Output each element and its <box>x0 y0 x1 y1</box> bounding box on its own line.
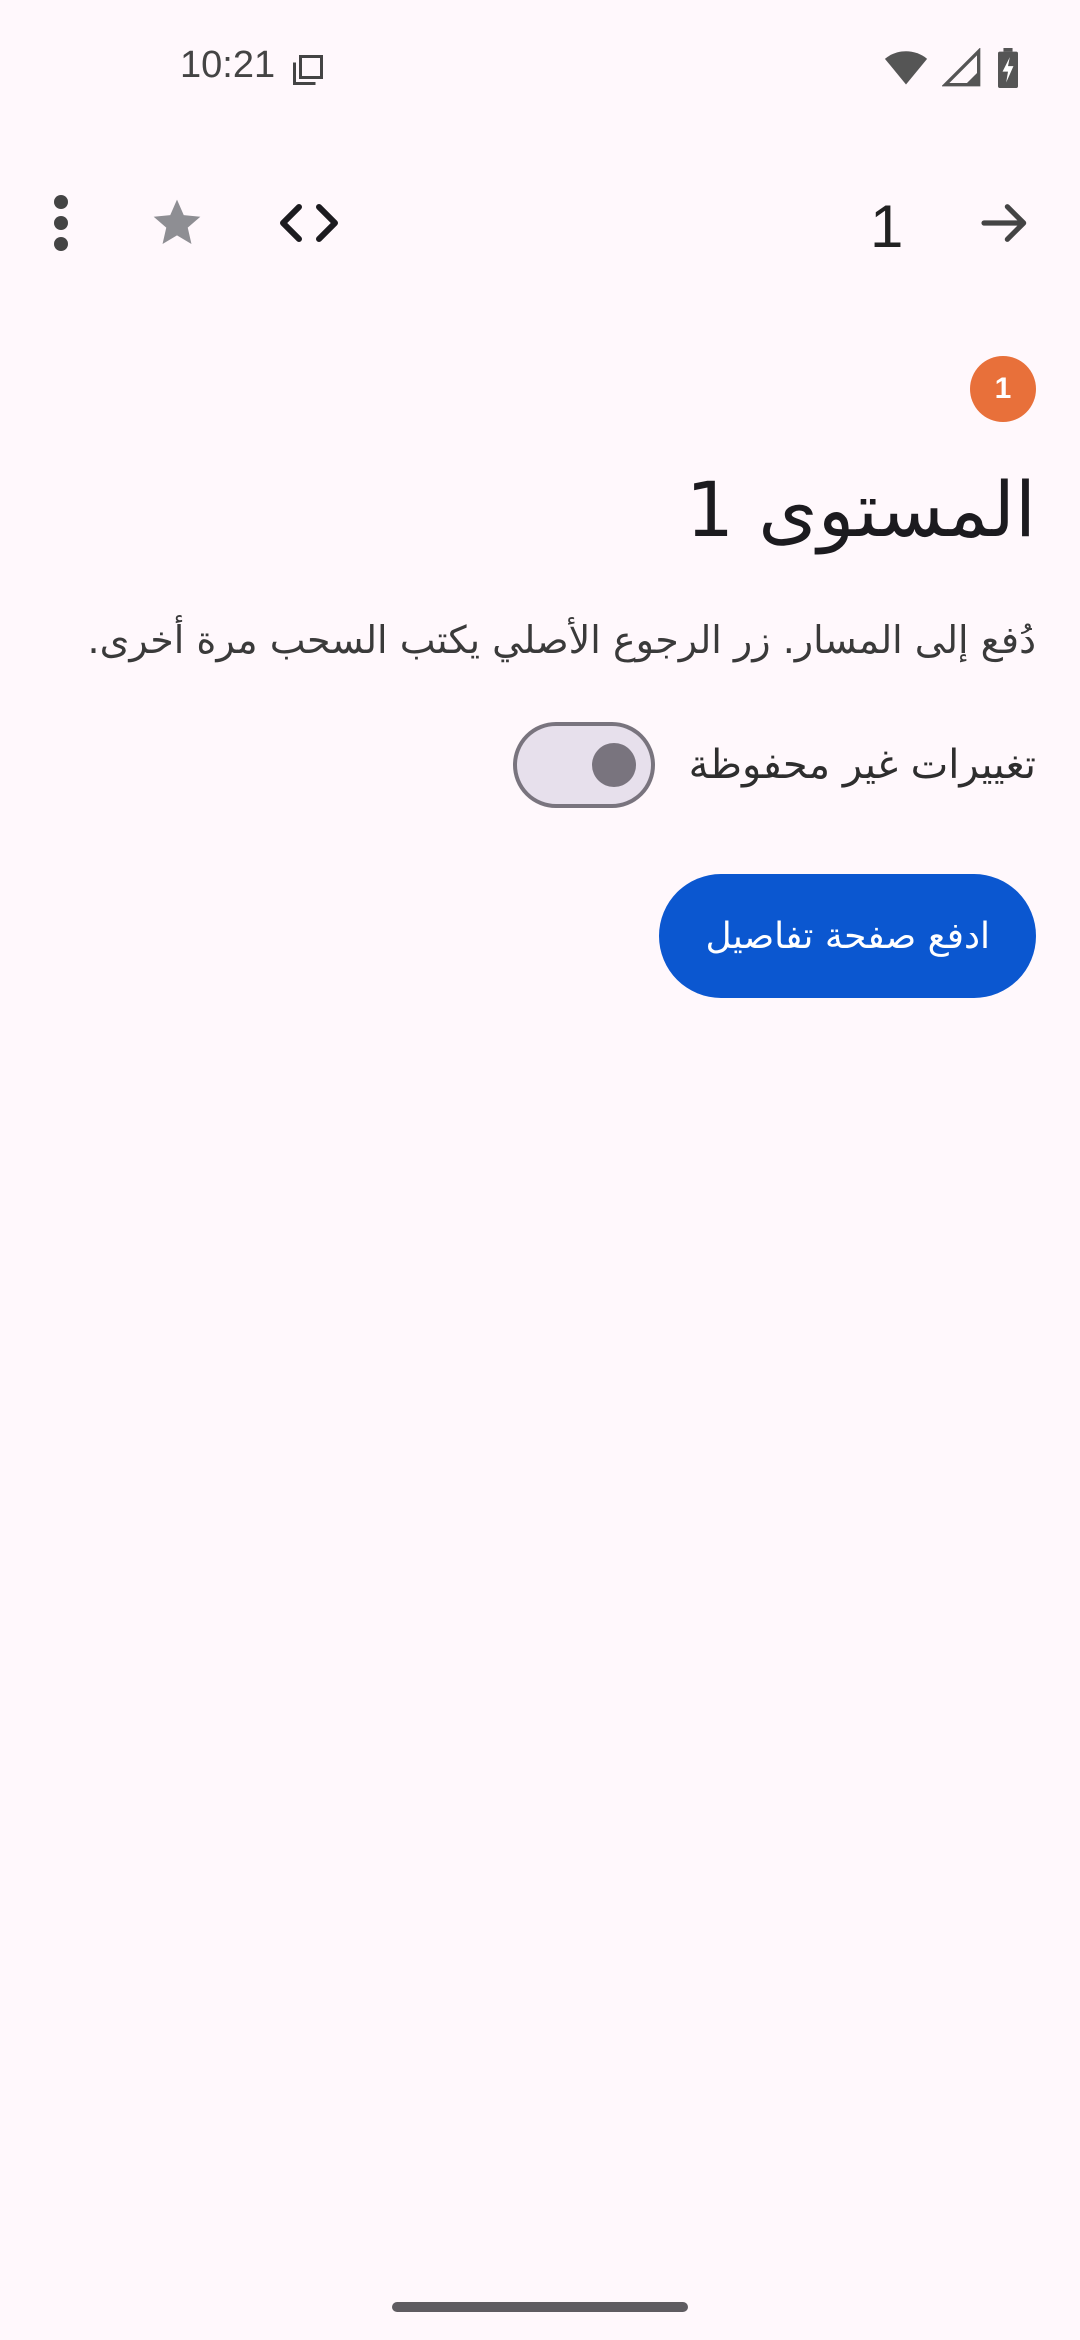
gesture-nav-handle[interactable] <box>392 2302 688 2312</box>
forward-button[interactable] <box>960 180 1050 270</box>
page-description: دُفع إلى المسار. زر الرجوع الأصلي يكتب ا… <box>87 618 1036 662</box>
code-icon <box>279 201 339 249</box>
top-toolbar: 1 <box>0 180 1080 270</box>
arrow-forward-icon <box>977 195 1033 255</box>
status-bar: 10:21 <box>0 0 1080 140</box>
signal-icon <box>941 47 982 92</box>
push-details-button[interactable]: ادفع صفحة تفاصيل <box>659 874 1036 998</box>
wifi-icon <box>884 48 928 92</box>
more-vertical-icon <box>51 195 71 255</box>
code-button[interactable] <box>264 180 354 270</box>
stack-count: 1 <box>870 193 904 260</box>
unsaved-changes-switch[interactable] <box>512 722 655 808</box>
unsaved-changes-row: تغييرات غير محفوظة <box>60 720 1036 810</box>
level-badge: 1 <box>970 356 1036 422</box>
copy-icon <box>290 52 326 88</box>
page-title: المستوى 1 <box>685 465 1036 554</box>
switch-label: تغييرات غير محفوظة <box>688 742 1036 788</box>
battery-charging-icon <box>996 48 1020 92</box>
switch-thumb <box>591 743 636 787</box>
status-icons <box>884 47 1020 92</box>
favorite-button[interactable] <box>132 180 222 270</box>
main-content: المستوى 1 دُفع إلى المسار. زر الرجوع الأ… <box>60 460 1036 998</box>
more-options-button[interactable] <box>16 180 106 270</box>
status-time: 10:21 <box>180 44 276 86</box>
star-icon <box>149 195 205 255</box>
